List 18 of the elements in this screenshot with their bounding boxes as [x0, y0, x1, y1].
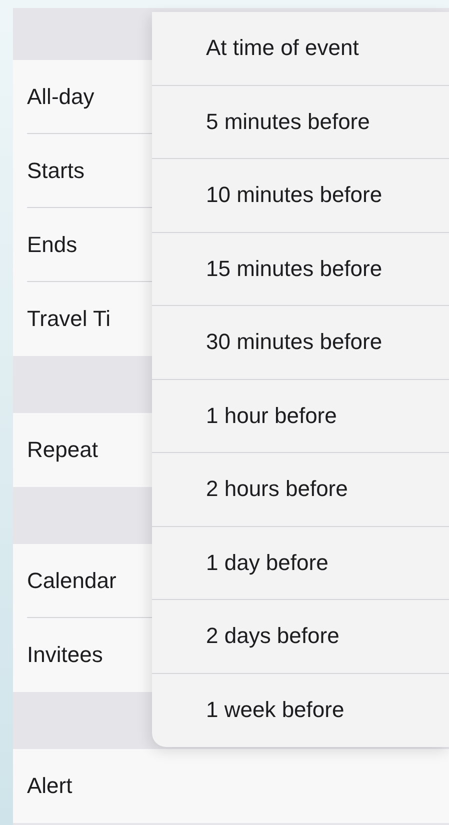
- menu-option[interactable]: 10 minutes before: [152, 159, 449, 232]
- menu-option[interactable]: 5 minutes before: [152, 86, 449, 159]
- row-label[interactable]: Starts: [27, 158, 84, 184]
- menu-option[interactable]: At time of event: [152, 12, 449, 86]
- menu-option[interactable]: 1 hour before: [152, 380, 449, 453]
- menu-option[interactable]: 15 minutes before: [152, 232, 449, 306]
- menu-option[interactable]: 2 hours before: [152, 453, 449, 526]
- row-label[interactable]: Travel Ti: [27, 306, 111, 332]
- row-label[interactable]: All-day: [27, 84, 94, 110]
- menu-option[interactable]: 1 day before: [152, 526, 449, 600]
- row-label[interactable]: Calendar: [27, 568, 116, 594]
- row-label[interactable]: Repeat: [27, 437, 98, 463]
- menu-option[interactable]: 2 days before: [152, 600, 449, 674]
- menu-option[interactable]: 1 week before: [152, 674, 449, 747]
- row-label[interactable]: Ends: [27, 232, 78, 258]
- row-label[interactable]: Invitees: [27, 642, 103, 668]
- row-label[interactable]: Alert: [27, 773, 72, 799]
- menu-option[interactable]: 30 minutes before: [152, 306, 449, 380]
